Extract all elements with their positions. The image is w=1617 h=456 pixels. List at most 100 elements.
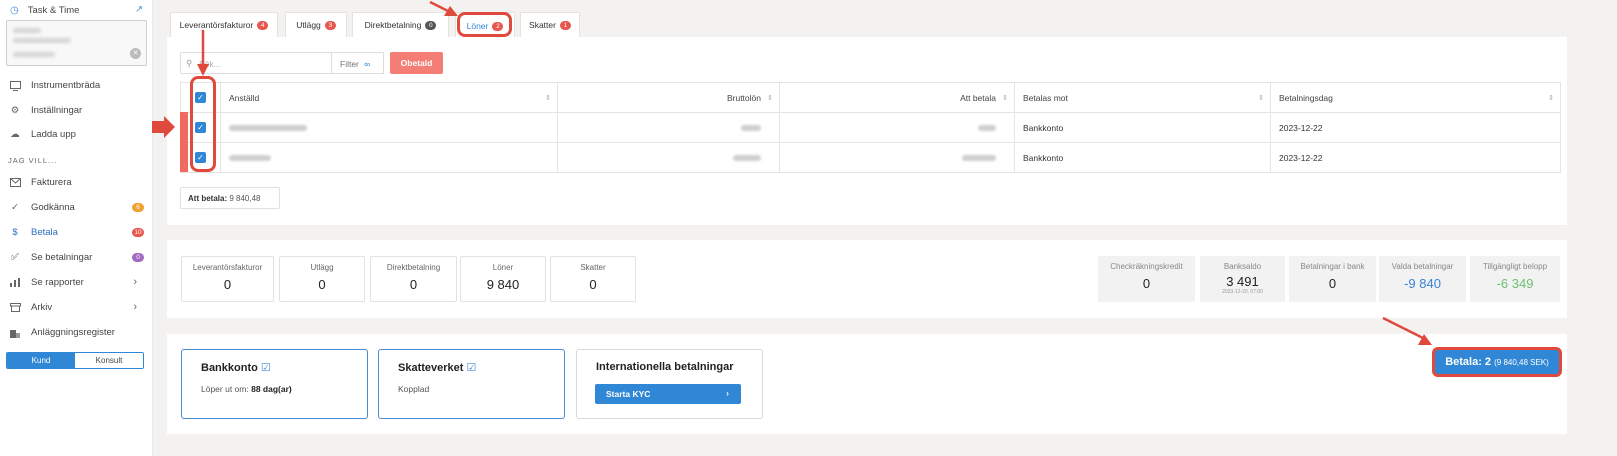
sidebar-item-ladda-upp[interactable]: ☁ Ladda upp [0,122,153,147]
obetald-button[interactable]: Obetald [390,52,443,74]
sidebar-item-label: Betala [31,227,58,238]
tab-skatter[interactable]: Skatter 1 [520,12,580,37]
search-icon: ⚲ [186,58,193,68]
summary-card-leverantorsfakturor: Leverantörsfakturor 0 [181,256,274,302]
check-icon: ✓ [11,202,19,213]
sidebar-item-label: Fakturera [31,177,72,188]
header-label: Betalas mot [1023,92,1068,103]
summary-value: 9 840 [486,277,520,292]
blurred-amount [962,155,996,162]
external-link-icon[interactable]: ↗ [135,4,143,15]
toggle-kund[interactable]: Kund [7,353,75,368]
header-label: Anställd [229,92,260,103]
app-title-row[interactable]: ◷ Task & Time ↗ [0,0,153,20]
sort-icon[interactable]: ⇕ [1258,94,1264,102]
bank-value: 0 [1328,276,1337,291]
bank-label: Tillgängligt belopp [1482,262,1548,271]
summary-card-utlagg: Utlägg 0 [279,256,365,302]
sidebar-item-godkanna[interactable]: ✓ Godkänna 6 [0,195,153,220]
summary-value: 0 [409,277,418,292]
col-anstalld[interactable]: Anställd ⇕ [220,82,558,113]
selected-rows-indicator [180,112,188,172]
sidebar-item-instrumentbrada[interactable]: Instrumentbräda [0,73,153,98]
tab-utlagg[interactable]: Utlägg 3 [285,12,347,37]
skatteverket-status: Kopplad [398,384,430,394]
bank-value: 3 491 [1226,274,1259,289]
tab-badge: 4 [257,20,269,30]
clock-icon: ◷ [10,4,19,16]
starta-kyc-button[interactable]: Starta KYC › [595,384,741,404]
table-header-row: ✓ Anställd ⇕ Bruttolön ⇕ Att betala ⇕ Betal… [180,82,1561,113]
betala-button[interactable]: Betala: 2 (9 840,48 SEK) [1432,347,1562,377]
filter-button[interactable]: Filter ∞ [331,52,384,74]
betala-badge: 10 [132,228,144,237]
sort-icon[interactable]: ⇕ [767,94,773,102]
col-betalningsdag[interactable]: Betalningsdag ⇕ [1270,82,1561,113]
tab-badge: 3 [324,20,336,30]
skatteverket-card[interactable]: Skatteverket ☑ Kopplad [378,349,565,419]
tab-badge: 0 [425,20,437,30]
clear-icon[interactable]: ✕ [130,48,141,59]
blurred-user-text [13,38,71,43]
bankkonto-card[interactable]: Bankkonto ☑ Löper ut om: 88 dag(ar) [181,349,368,419]
blurred-user-text [13,28,41,33]
betalningsdag-cell: 2023-12-22 [1270,112,1561,143]
chevron-right-icon: › [726,388,729,398]
sidebar-item-betala[interactable]: $ Betala 10 [0,220,153,245]
sidebar-item-label: Ladda upp [31,129,76,140]
bank-label: Checkräkningskredit [1110,262,1183,271]
bankkonto-title: Bankkonto [201,362,258,374]
sort-icon[interactable]: ⇕ [545,94,551,102]
table-row[interactable]: ✓ Bankkonto 2023-12-22 [180,112,1561,143]
sidebar-item-label: Inställningar [31,105,83,116]
sidebar-item-anlaggningsregister[interactable]: Anläggningsregister [0,320,153,345]
col-att-betala[interactable]: Att betala ⇕ [779,82,1015,113]
summary-card-skatter: Skatter 0 [550,256,636,302]
betalas-mot-cell: Bankkonto [1014,112,1271,143]
search-input[interactable]: ⚲ Sök... [180,52,332,74]
kyc-label: Starta KYC [606,389,651,399]
summary-card-direktbetalning: Direktbetalning 0 [370,256,457,302]
tab-leverantorsfakturor[interactable]: Leverantörsfakturor 4 [170,12,278,37]
toggle-konsult[interactable]: Konsult [75,353,143,368]
user-selector[interactable]: ✕ [6,20,147,66]
summary-value: 0 [223,277,232,292]
blurred-employee [229,155,271,162]
sidebar-item-arkiv[interactable]: Arkiv › [0,295,153,320]
col-betalas-mot[interactable]: Betalas mot ⇕ [1014,82,1271,113]
sidebar-item-fakturera[interactable]: Fakturera [0,170,153,195]
kund-konsult-toggle[interactable]: Kund Konsult [6,352,144,369]
tab-label: Direktbetalning [364,20,422,30]
bruttolon-cell [557,112,780,143]
betalningsdag-cell: 2023-12-22 [1270,142,1561,173]
sort-icon[interactable]: ⇕ [1002,94,1008,102]
mail-icon [9,177,21,189]
expiry-label: Löper ut om: [201,384,249,394]
blurred-employee [229,125,307,132]
tab-label: Utlägg [296,20,321,30]
table-row[interactable]: ✓ Bankkonto 2023-12-22 [180,142,1561,173]
sidebar-item-installningar[interactable]: ⚙ Inställningar [0,98,153,123]
header-label: Betalningsdag [1279,92,1333,103]
betala-label: Betala: 2 [1445,356,1492,368]
summary-value: 0 [318,277,326,292]
bank-value: -6 349 [1496,276,1534,291]
sidebar-item-se-rapporter[interactable]: Se rapporter › [0,270,153,295]
sidebar: ◷ Task & Time ↗ ✕ Instrumentbräda ⚙ Inst… [0,0,153,456]
verified-icon: ☑ [466,362,477,374]
col-bruttolon[interactable]: Bruttolön ⇕ [557,82,780,113]
bank-card-tillgangligt-belopp: Tillgängligt belopp -6 349 [1470,256,1560,302]
bank-card-betalningar-i-bank: Betalningar i bank 0 [1289,256,1376,302]
employee-cell [220,142,558,173]
app-title: Task & Time [27,4,80,16]
blurred-user-text [13,52,55,57]
betala-amount: (9 840,48 SEK) [1494,358,1549,367]
section-label: JAG VILL... [8,156,58,165]
sidebar-item-se-betalningar[interactable]: ✅︎ Se betalningar 0 [0,245,153,270]
check-circle-icon: ✅︎ [10,252,20,263]
filter-label: Filter [340,59,359,69]
sort-icon[interactable]: ⇕ [1548,94,1554,102]
tab-direktbetalning[interactable]: Direktbetalning 0 [352,12,449,37]
bank-card-banksaldo: Banksaldo 3 491 2023-12-20, 07:00 [1200,256,1285,302]
skatteverket-title: Skatteverket [398,362,464,374]
